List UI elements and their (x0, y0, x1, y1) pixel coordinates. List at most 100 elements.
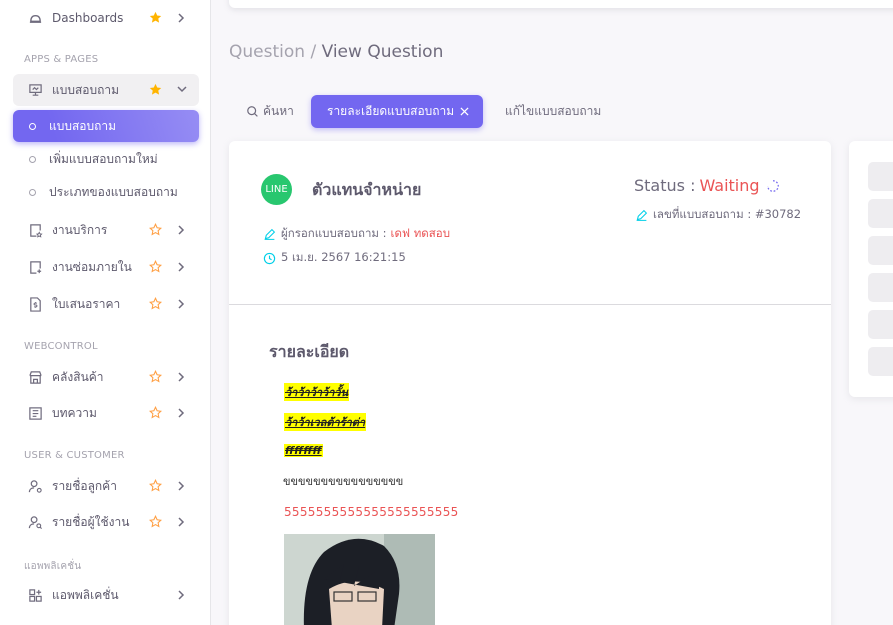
tab-label: ค้นหา (263, 104, 294, 118)
pencil-icon (263, 228, 276, 241)
detail-red-text: 5555555555555555555555 (284, 505, 459, 519)
file-dollar-icon (27, 296, 43, 312)
circle-icon (29, 155, 36, 163)
home-icon (27, 10, 43, 26)
filler-name: เดฟ ทดสอบ (390, 226, 451, 240)
star-outline-icon[interactable] (149, 515, 163, 529)
sidebar-item-internal-repair[interactable]: งานซ่อมภายใน (13, 251, 199, 283)
clock-icon (263, 252, 276, 265)
sidebar-subitem-add-survey[interactable]: เพิ่มแบบสอบถามใหม่ (13, 143, 199, 175)
presentation-icon (27, 82, 43, 98)
user-settings-icon (27, 478, 43, 494)
sidebar-item-label: บทความ (52, 405, 97, 420)
sidebar-item-customers[interactable]: รายชื่อลูกค้า (13, 470, 199, 502)
section-user-customer: USER & CUSTOMER (24, 450, 125, 461)
chevron-right-icon (177, 262, 187, 272)
sidebar-item-survey[interactable]: แบบสอบถาม (13, 74, 199, 106)
close-icon[interactable] (460, 107, 469, 116)
tab-details[interactable]: รายละเอียดแบบสอบถาม (311, 95, 484, 128)
breadcrumb-current: View Question (321, 42, 444, 62)
breadcrumb-parent[interactable]: Question / (229, 42, 316, 62)
filler-label: ผู้กรอกแบบสอบถาม : (281, 226, 387, 240)
sidebar-item-quotation[interactable]: ใบเสนอราคา (13, 288, 199, 320)
file-plus-icon (27, 259, 43, 275)
star-outline-icon[interactable] (149, 260, 163, 274)
detail-highlight-1: ว้าว้าว้าว้าวั้น (284, 383, 350, 401)
sidebar-item-label: เพิ่มแบบสอบถามใหม่ (49, 151, 158, 166)
sidebar-item-label: ประเภทของแบบสอบถาม (49, 184, 178, 199)
chevron-right-icon (177, 299, 187, 309)
line-channel-badge: LINE (261, 174, 292, 205)
sidebar-item-dashboards[interactable]: Dashboards (13, 2, 199, 34)
chevron-right-icon (177, 517, 187, 527)
status-badge: Waiting (699, 176, 760, 195)
user-search-icon (27, 514, 43, 530)
sidebar-item-label: งานบริการ (52, 222, 108, 237)
sidebar-subitem-survey[interactable]: แบบสอบถาม (13, 110, 199, 142)
datetime-text: 5 เม.ย. 2567 16:21:15 (281, 250, 406, 264)
apps-icon (27, 587, 43, 603)
star-outline-icon[interactable] (149, 297, 163, 311)
chevron-right-icon (177, 481, 187, 491)
detail-image (284, 534, 435, 625)
side-panel-placeholder (868, 199, 893, 228)
detail-heading: รายละเอียด (269, 342, 350, 361)
section-webcontrol: WEBCONTROL (24, 341, 98, 352)
tab-label: รายละเอียดแบบสอบถาม (327, 104, 455, 118)
detail-plain-text: ขขขขขขขขขขขขขขขข (283, 475, 404, 488)
search-icon (246, 105, 259, 118)
sidebar-item-label: แบบสอบถาม (49, 118, 117, 133)
section-applications: แอพพลิเคชั่น (24, 561, 82, 572)
star-filled-icon[interactable] (149, 83, 163, 97)
sidebar-item-label: แอพพลิเคชั่น (52, 587, 119, 602)
store-icon (27, 369, 43, 385)
question-number: เลขที่แบบสอบถาม : #30782 (635, 206, 801, 224)
sidebar-item-label: รายชื่อลูกค้า (52, 478, 117, 493)
tab-edit[interactable]: แก้ไขแบบสอบถาม (505, 95, 601, 128)
circle-icon (29, 188, 36, 196)
question-number-text: เลขที่แบบสอบถาม : #30782 (653, 207, 802, 221)
sidebar-item-label: Dashboards (52, 11, 124, 25)
star-outline-icon[interactable] (149, 223, 163, 237)
loader-icon (766, 179, 780, 193)
sidebar-item-users[interactable]: รายชื่อผู้ใช้งาน (13, 506, 199, 538)
card-divider (229, 304, 831, 305)
pencil-icon (635, 209, 648, 222)
chevron-right-icon (177, 13, 187, 23)
customer-type: ตัวแทนจำหน่าย (312, 180, 422, 199)
detail-highlight-3: ffffffff (284, 444, 323, 457)
star-outline-icon[interactable] (149, 370, 163, 384)
sidebar-item-label: งานซ่อมภายใน (52, 259, 132, 274)
article-icon (27, 405, 43, 421)
side-panel-placeholder (868, 162, 893, 191)
side-panel-placeholder (868, 273, 893, 302)
sidebar: Dashboards APPS & PAGES แบบสอบถาม แบบสอบ… (0, 0, 211, 625)
tab-search[interactable]: ค้นหา (246, 95, 294, 128)
sidebar-item-label: รายชื่อผู้ใช้งาน (52, 514, 130, 529)
navbar (229, 0, 893, 8)
detail-highlight-2: ว้าว้าเวลต้าร้าต่า (284, 413, 367, 431)
sidebar-item-label: แบบสอบถาม (52, 82, 120, 97)
chevron-right-icon (177, 225, 187, 235)
chevron-right-icon (177, 590, 187, 600)
chevron-down-icon (177, 85, 187, 95)
sidebar-item-warehouse[interactable]: คลังสินค้า (13, 361, 199, 393)
sidebar-item-label: คลังสินค้า (52, 369, 104, 384)
star-outline-icon[interactable] (149, 406, 163, 420)
section-apps-pages: APPS & PAGES (24, 54, 99, 65)
file-star-icon (27, 222, 43, 238)
sidebar-item-services[interactable]: งานบริการ (13, 214, 199, 246)
sidebar-subitem-survey-types[interactable]: ประเภทของแบบสอบถาม (13, 176, 199, 208)
star-filled-icon[interactable] (149, 11, 163, 25)
created-datetime: 5 เม.ย. 2567 16:21:15 (263, 249, 406, 267)
tab-label: แก้ไขแบบสอบถาม (505, 104, 602, 118)
side-panel-placeholder (868, 310, 893, 339)
star-outline-icon[interactable] (149, 479, 163, 493)
sidebar-item-articles[interactable]: บทความ (13, 397, 199, 429)
side-panel-placeholder (868, 347, 893, 376)
status-label: Status : (634, 176, 696, 195)
status-display: Status : Waiting (634, 176, 780, 195)
breadcrumb: Question / View Question (229, 42, 443, 62)
side-panel-placeholder (868, 236, 893, 265)
sidebar-item-applications[interactable]: แอพพลิเคชั่น (13, 579, 199, 611)
